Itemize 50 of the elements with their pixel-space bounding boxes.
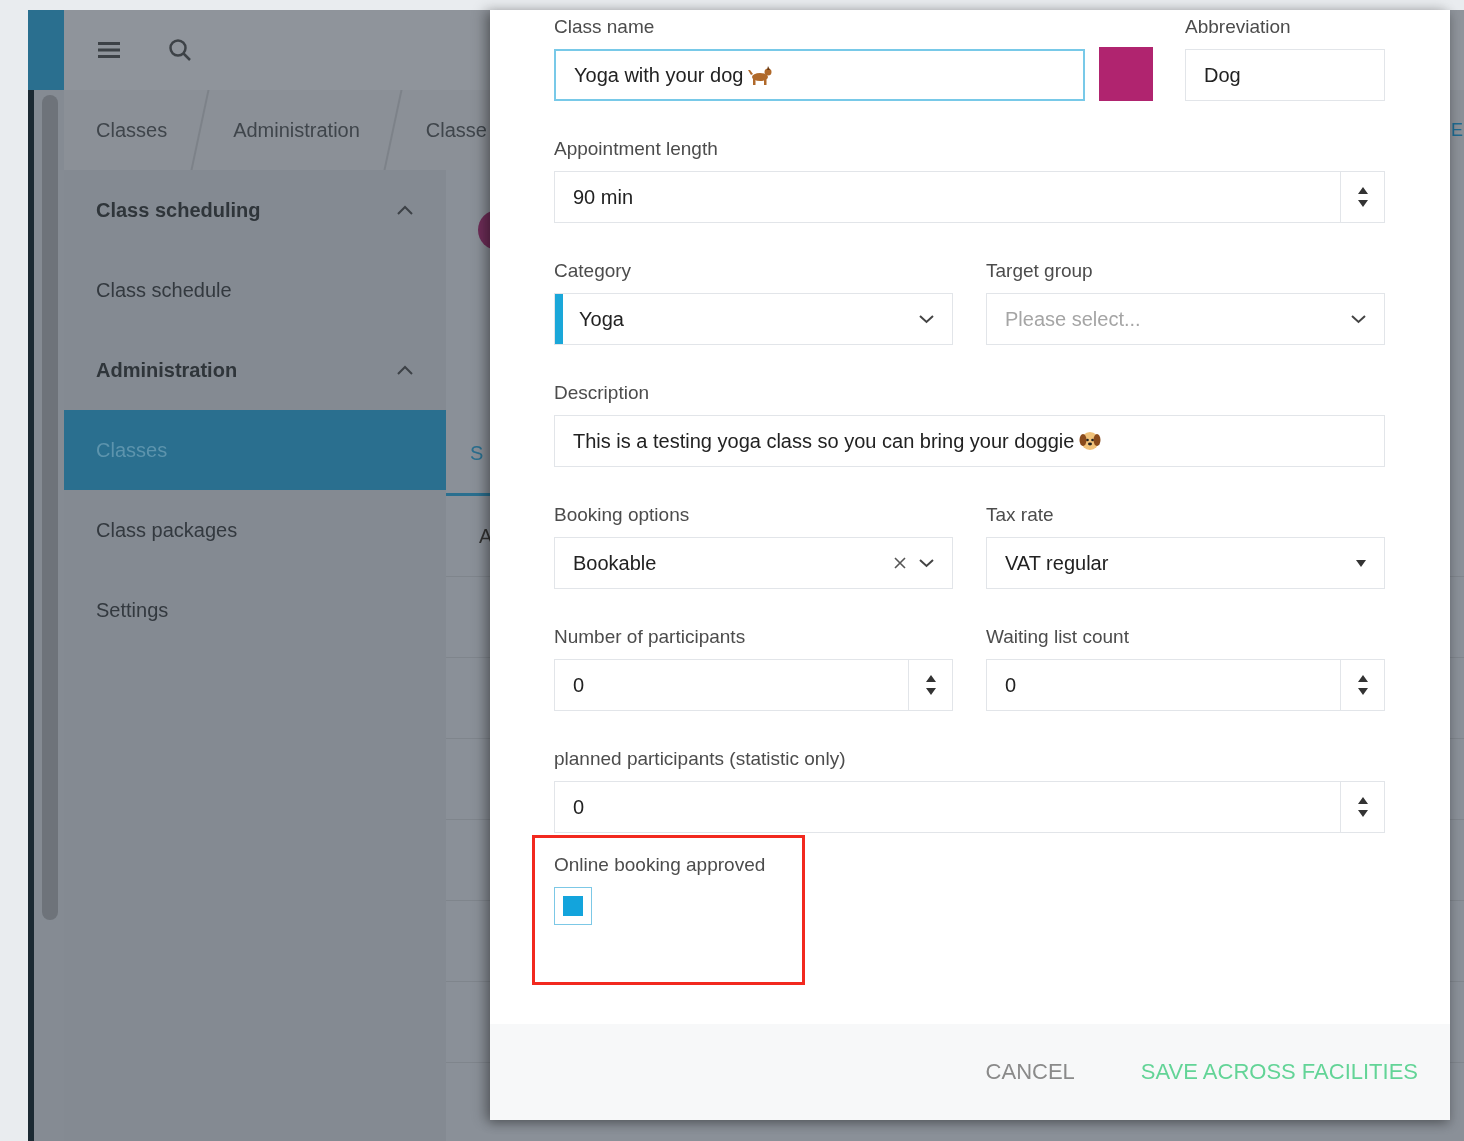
field-label: Class name xyxy=(554,16,656,38)
chevron-down-icon[interactable] xyxy=(919,314,934,324)
stepper-arrows-icon[interactable] xyxy=(1356,186,1369,208)
chevron-down-icon[interactable] xyxy=(1351,314,1366,324)
sidebar-group-title: Class scheduling xyxy=(96,198,261,222)
stepper-arrows-icon[interactable] xyxy=(924,674,937,696)
field-label: Category xyxy=(554,260,633,282)
sidebar-item[interactable]: Class packages xyxy=(64,490,446,570)
number-field[interactable]: 0 xyxy=(554,781,1385,833)
field-label: Target group xyxy=(986,260,1094,282)
field-label: Description xyxy=(554,382,651,404)
number-field[interactable]: 90 min xyxy=(554,171,1385,223)
number-field[interactable]: 0 xyxy=(986,659,1385,711)
field-label: Booking options xyxy=(554,504,691,526)
color-swatch[interactable] xyxy=(1099,47,1153,101)
cancel-button[interactable]: CANCEL xyxy=(985,1059,1075,1085)
tab-label[interactable]: E xyxy=(1451,119,1463,141)
number-field[interactable]: 0 xyxy=(554,659,953,711)
field-label: Tax rate xyxy=(986,504,1055,526)
sidebar-group[interactable]: Administration xyxy=(64,330,446,410)
stepper-arrows-icon[interactable] xyxy=(1356,796,1369,818)
text-field[interactable]: Dog xyxy=(1185,49,1385,101)
select-field[interactable]: Please select... xyxy=(986,293,1385,345)
caret-icon[interactable] xyxy=(1356,559,1366,567)
breadcrumb-link[interactable]: Administration xyxy=(201,118,392,142)
field-label: planned participants (statistic only) xyxy=(554,748,847,770)
chevron-up-icon[interactable] xyxy=(396,363,414,377)
select-field[interactable]: VAT regular xyxy=(986,537,1385,589)
field-label: Number of participants xyxy=(554,626,747,648)
field-label: Abbreviation xyxy=(1185,16,1292,38)
checkbox[interactable] xyxy=(554,887,592,925)
breadcrumb-link[interactable]: Classes xyxy=(64,118,200,142)
sidebar-group[interactable]: Class scheduling xyxy=(64,170,446,250)
sidebar-item[interactable]: Settings xyxy=(64,570,446,650)
field-label: Online booking approved xyxy=(554,854,766,876)
field-label: Appointment length xyxy=(554,138,719,160)
menu-icon[interactable] xyxy=(98,41,120,59)
select-field[interactable]: Bookable xyxy=(554,537,953,589)
stepper-arrows-icon[interactable] xyxy=(1356,674,1369,696)
text-field[interactable]: Yoga with your dog xyxy=(554,49,1085,101)
sidebar-item[interactable]: Class schedule xyxy=(64,250,446,330)
field-label: Waiting list count xyxy=(986,626,1130,648)
sidebar-group-title: Administration xyxy=(96,358,238,382)
select-field[interactable]: Yoga xyxy=(554,293,953,345)
chevron-up-icon[interactable] xyxy=(396,203,414,217)
scrollbar[interactable] xyxy=(42,95,58,920)
clear-icon[interactable] xyxy=(894,557,906,569)
chevron-down-icon[interactable] xyxy=(919,558,934,568)
description-field[interactable]: This is a testing yoga class so you can bring your doggie xyxy=(554,415,1385,467)
search-icon[interactable] xyxy=(168,38,192,62)
